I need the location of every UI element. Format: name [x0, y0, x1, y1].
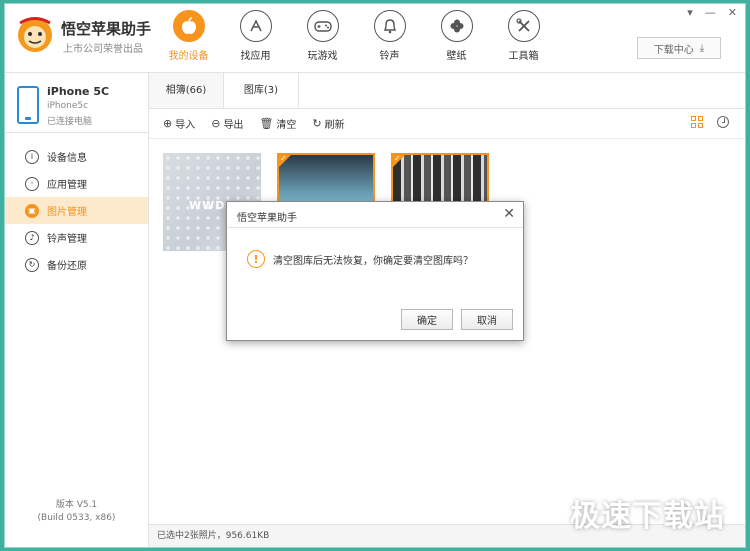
nav-games[interactable]: 玩游戏 [289, 10, 356, 62]
toolbar: ⊕ 导入 ⊖ 导出 🗑 清空 ↻ 刷新 [149, 109, 745, 139]
import-label: 导入 [175, 120, 196, 131]
apple-icon [172, 10, 205, 42]
clear-button[interactable]: 🗑 清空 [259, 116, 296, 131]
picture-icon: ▣ [25, 203, 39, 218]
import-icon: ⊕ [163, 117, 173, 130]
app-subtitle: 上市公司荣誉出品 [63, 44, 143, 55]
ok-button[interactable]: 确定 [401, 309, 453, 330]
trash-icon: 🗑 [259, 117, 274, 130]
view-toggles [691, 116, 729, 128]
device-status: 已连接电脑 [47, 117, 93, 127]
dialog-title: 悟空苹果助手 [237, 213, 297, 224]
bell-icon [373, 10, 406, 42]
nav-label: 壁纸 [446, 51, 467, 62]
export-label: 导出 [223, 120, 244, 131]
nav-label: 铃声 [379, 51, 400, 62]
confirm-dialog: 悟空苹果助手 ✕ ! 清空图库后无法恢复，你确定要清空图库吗？ 确定 取消 [226, 201, 524, 341]
nav-my-device[interactable]: 我的设备 [155, 10, 222, 62]
refresh-button[interactable]: ↻ 刷新 [312, 116, 344, 131]
app-title: 悟空苹果助手 [61, 20, 152, 38]
timeline-view-icon[interactable] [717, 116, 729, 128]
clear-label: 清空 [276, 120, 297, 131]
app-store-icon [239, 10, 272, 42]
nav-toolbox[interactable]: 工具箱 [490, 10, 557, 62]
download-center-button[interactable]: 下载中心 ⤓ [637, 37, 721, 59]
app-icon: ◦ [25, 176, 39, 191]
sidebar-item-label: 备份还原 [47, 261, 87, 272]
tab-gallery[interactable]: 图库(3) [224, 73, 299, 108]
build-label: (Build 0533, x86) [37, 513, 116, 523]
download-icon: ⤓ [699, 42, 705, 54]
version-label: 版本 V5.1 [55, 500, 98, 510]
nav-ringtones[interactable]: 铃声 [356, 10, 423, 62]
dialog-title-bar: 悟空苹果助手 ✕ [227, 202, 523, 228]
device-name: iPhone 5C [47, 85, 110, 98]
sidebar-item-photo-management[interactable]: ▣ 图片管理 [5, 197, 148, 224]
sidebar-item-app-management[interactable]: ◦ 应用管理 [5, 170, 148, 197]
import-button[interactable]: ⊕ 导入 [163, 116, 195, 131]
info-icon: i [25, 149, 39, 164]
check-icon: ✓ [280, 154, 287, 163]
dialog-buttons: 确定 取消 [401, 309, 513, 330]
version-info: 版本 V5.1 (Build 0533, x86) [5, 499, 148, 525]
refresh-icon: ↻ [312, 117, 322, 130]
bell-icon: ♪ [25, 230, 39, 245]
top-nav: 我的设备 找应用 玩游戏 铃声 壁纸 工具箱 [155, 10, 557, 62]
nav-label: 玩游戏 [307, 51, 338, 62]
iphone-icon [17, 86, 39, 124]
nav-wallpaper[interactable]: 壁纸 [423, 10, 490, 62]
backup-icon: ↻ [25, 257, 39, 272]
sidebar-item-backup-restore[interactable]: ↻ 备份还原 [5, 251, 148, 278]
check-icon: ✓ [394, 154, 401, 163]
grid-view-icon[interactable] [691, 116, 703, 128]
nav-label: 我的设备 [168, 51, 209, 62]
sidebar-item-label: 设备信息 [47, 153, 87, 164]
device-model: iPhone5c [47, 101, 89, 111]
gamepad-icon [306, 10, 339, 42]
sidebar-item-ringtone-management[interactable]: ♪ 铃声管理 [5, 224, 148, 251]
watermark: 极速下载站 [570, 499, 725, 534]
sidebar-item-device-info[interactable]: i 设备信息 [5, 143, 148, 170]
export-icon: ⊖ [211, 117, 221, 130]
sidebar-item-label: 图片管理 [47, 207, 87, 218]
tab-bar: 相簿(66) 图库(3) [149, 73, 745, 109]
warning-icon: ! [247, 250, 265, 268]
export-button[interactable]: ⊖ 导出 [211, 116, 243, 131]
refresh-label: 刷新 [324, 120, 345, 131]
header: 悟空苹果助手 上市公司荣誉出品 我的设备 找应用 玩游戏 铃声 壁纸 工具箱 ▾… [5, 4, 745, 73]
sidebar-item-label: 铃声管理 [47, 234, 87, 245]
clover-icon [440, 10, 473, 42]
window-controls: ▾ — ✕ [687, 6, 737, 19]
sidebar-item-label: 应用管理 [47, 180, 87, 191]
download-center-label: 下载中心 [653, 44, 694, 56]
device-info: iPhone 5C iPhone5c 已连接电脑 [5, 73, 148, 133]
tab-albums[interactable]: 相簿(66) [149, 73, 224, 108]
dialog-message: 清空图库后无法恢复，你确定要清空图库吗？ [273, 255, 473, 267]
sidebar: iPhone 5C iPhone5c 已连接电脑 i 设备信息 ◦ 应用管理 ▣… [5, 73, 149, 547]
close-icon[interactable]: ✕ [503, 206, 515, 222]
nav-find-apps[interactable]: 找应用 [222, 10, 289, 62]
minimize-icon[interactable]: — [705, 6, 716, 19]
menu-icon[interactable]: ▾ [687, 6, 693, 19]
close-icon[interactable]: ✕ [728, 6, 737, 19]
monkey-logo-icon [18, 17, 52, 52]
sidebar-menu: i 设备信息 ◦ 应用管理 ▣ 图片管理 ♪ 铃声管理 ↻ 备份还原 [5, 143, 148, 278]
cancel-button[interactable]: 取消 [461, 309, 513, 330]
nav-label: 找应用 [240, 51, 271, 62]
tools-icon [507, 10, 540, 42]
dialog-message-row: ! 清空图库后无法恢复，你确定要清空图库吗？ [247, 250, 473, 268]
nav-label: 工具箱 [508, 51, 539, 62]
